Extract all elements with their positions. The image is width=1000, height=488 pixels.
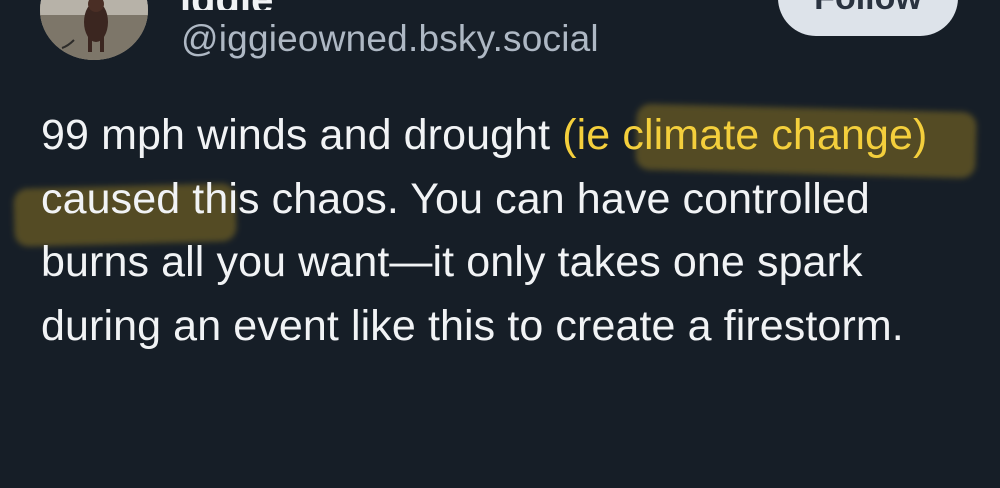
post-text-end: caused this chaos. You can have controll…: [41, 174, 904, 350]
highlighted-phrase: (ie climate change): [562, 111, 928, 159]
avatar[interactable]: [40, 0, 148, 60]
follow-button-label: Follow: [814, 0, 922, 36]
post-text-start: 99 mph winds and drought: [41, 111, 563, 159]
post-text: 99 mph winds and drought (ie climate cha…: [41, 104, 971, 358]
post-card: iggie @iggieowned.bsky.social Follow 99 …: [0, 0, 1000, 488]
follow-button[interactable]: Follow: [778, 0, 958, 36]
author-handle[interactable]: @iggieowned.bsky.social: [181, 18, 599, 60]
display-name[interactable]: iggie: [180, 0, 540, 10]
display-name-text: iggie: [180, 0, 273, 10]
dog-photo-icon: [40, 0, 148, 60]
